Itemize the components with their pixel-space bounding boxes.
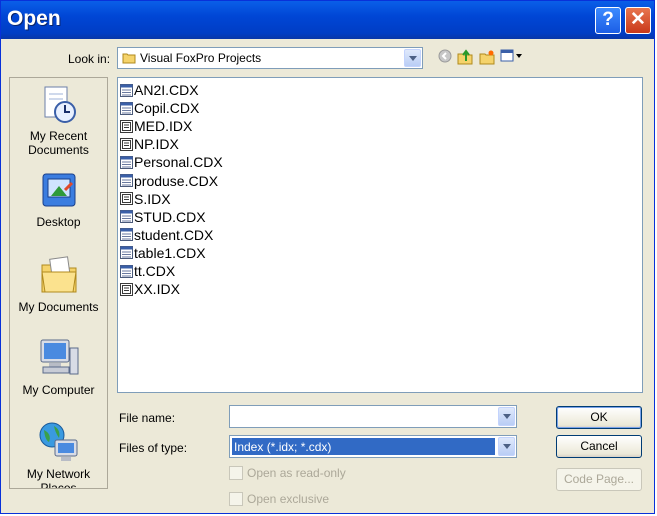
idx-file-icon	[120, 119, 133, 133]
file-name-label: File name:	[119, 411, 176, 425]
ok-button[interactable]: OK	[556, 406, 642, 429]
place-my-recent-documents[interactable]: My Recent Documents	[10, 84, 107, 157]
open-dialog: Open ? ✕ Look in: Visual FoxPro Projects	[0, 0, 655, 514]
help-button[interactable]: ?	[595, 7, 621, 34]
file-name: MED.IDX	[134, 118, 193, 135]
files-of-type-dropdown-arrow[interactable]	[498, 437, 515, 456]
look-in-combo[interactable]: Visual FoxPro Projects	[117, 47, 423, 69]
file-item[interactable]: NP.IDX	[120, 135, 179, 153]
cdx-file-icon	[120, 264, 133, 278]
look-in-dropdown-arrow[interactable]	[404, 49, 421, 67]
place-label: My Recent Documents	[28, 129, 89, 157]
cancel-button[interactable]: Cancel	[556, 435, 642, 458]
look-in-value: Visual FoxPro Projects	[140, 51, 262, 65]
cdx-file-icon	[120, 246, 133, 260]
cdx-file-icon	[120, 174, 133, 187]
folder-icon	[122, 53, 136, 64]
close-button[interactable]: ✕	[625, 7, 651, 34]
file-name: student.CDX	[134, 226, 214, 243]
file-list[interactable]: AN2I.CDX Copil.CDX MED.IDX NP.IDX Personal.C…	[117, 77, 643, 393]
place-my-network-places[interactable]: My Network Places	[10, 420, 107, 489]
files-of-type-label: Files of type:	[119, 441, 188, 455]
file-item[interactable]: Personal.CDX	[120, 153, 223, 171]
file-name: AN2I.CDX	[134, 82, 199, 98]
places-bar: My Recent Documents Desktop My Documents	[9, 77, 108, 489]
checkbox-label: Open exclusive	[247, 492, 330, 506]
desktop-icon	[42, 173, 75, 207]
file-name: XX.IDX	[134, 281, 180, 298]
file-item[interactable]: S.IDX	[120, 190, 171, 208]
open-read-only-checkbox[interactable]: Open as read-only	[229, 466, 346, 480]
files-of-type-value: Index (*.idx; *.cdx)	[234, 440, 332, 454]
views-menu-icon[interactable]	[500, 49, 524, 63]
cdx-file-icon	[120, 228, 133, 242]
title-bar[interactable]: Open ? ✕	[1, 1, 654, 39]
file-name: NP.IDX	[134, 136, 179, 153]
file-item[interactable]: table1.CDX	[120, 244, 206, 262]
back-icon[interactable]	[438, 49, 452, 63]
file-item[interactable]: Copil.CDX	[120, 99, 199, 117]
new-folder-icon[interactable]	[479, 49, 495, 65]
cdx-file-icon	[120, 101, 133, 115]
file-item[interactable]: STUD.CDX	[120, 208, 206, 226]
place-label: My Documents	[18, 300, 99, 314]
file-name: STUD.CDX	[134, 208, 206, 225]
file-item[interactable]: produse.CDX	[120, 172, 218, 190]
file-item[interactable]: XX.IDX	[120, 280, 180, 298]
file-item[interactable]: student.CDX	[120, 226, 213, 244]
cdx-file-icon	[120, 210, 133, 224]
file-item[interactable]: tt.CDX	[120, 262, 175, 280]
place-label: Desktop	[36, 215, 81, 229]
cdx-file-icon	[120, 155, 133, 169]
file-name: table1.CDX	[134, 244, 206, 261]
look-in-label: Look in:	[68, 52, 111, 66]
window-title: Open	[7, 7, 61, 30]
idx-file-icon	[120, 137, 133, 151]
up-folder-icon[interactable]	[457, 49, 473, 65]
place-label: My Computer	[22, 383, 95, 397]
place-label: My Network Places	[26, 467, 91, 489]
my-computer-icon	[40, 339, 78, 375]
file-name: tt.CDX	[134, 263, 176, 279]
file-name: S.IDX	[134, 190, 171, 207]
file-item[interactable]: AN2I.CDX	[120, 81, 199, 99]
file-name: Personal.CDX	[134, 154, 223, 171]
open-exclusive-checkbox[interactable]: Open exclusive	[229, 492, 329, 506]
network-places-icon	[39, 422, 77, 461]
file-name-combo[interactable]	[229, 405, 517, 428]
file-item[interactable]: MED.IDX	[120, 117, 192, 135]
idx-file-icon	[120, 192, 133, 206]
place-my-documents[interactable]: My Documents	[10, 253, 107, 314]
idx-file-icon	[120, 282, 133, 296]
checkbox-label: Open as read-only	[247, 466, 346, 480]
file-name: produse.CDX	[134, 172, 219, 189]
checkbox-box[interactable]	[229, 492, 243, 506]
place-my-computer[interactable]: My Computer	[10, 336, 107, 397]
cdx-file-icon	[120, 83, 133, 97]
code-page-button[interactable]: Code Page...	[556, 468, 642, 491]
my-documents-icon	[40, 256, 77, 293]
checkbox-box[interactable]	[229, 466, 243, 480]
file-name: Copil.CDX	[134, 100, 200, 117]
recent-documents-icon	[44, 86, 76, 123]
files-of-type-combo[interactable]: Index (*.idx; *.cdx)	[229, 435, 517, 458]
file-name-dropdown-arrow[interactable]	[498, 407, 515, 426]
place-desktop[interactable]: Desktop	[10, 170, 107, 229]
